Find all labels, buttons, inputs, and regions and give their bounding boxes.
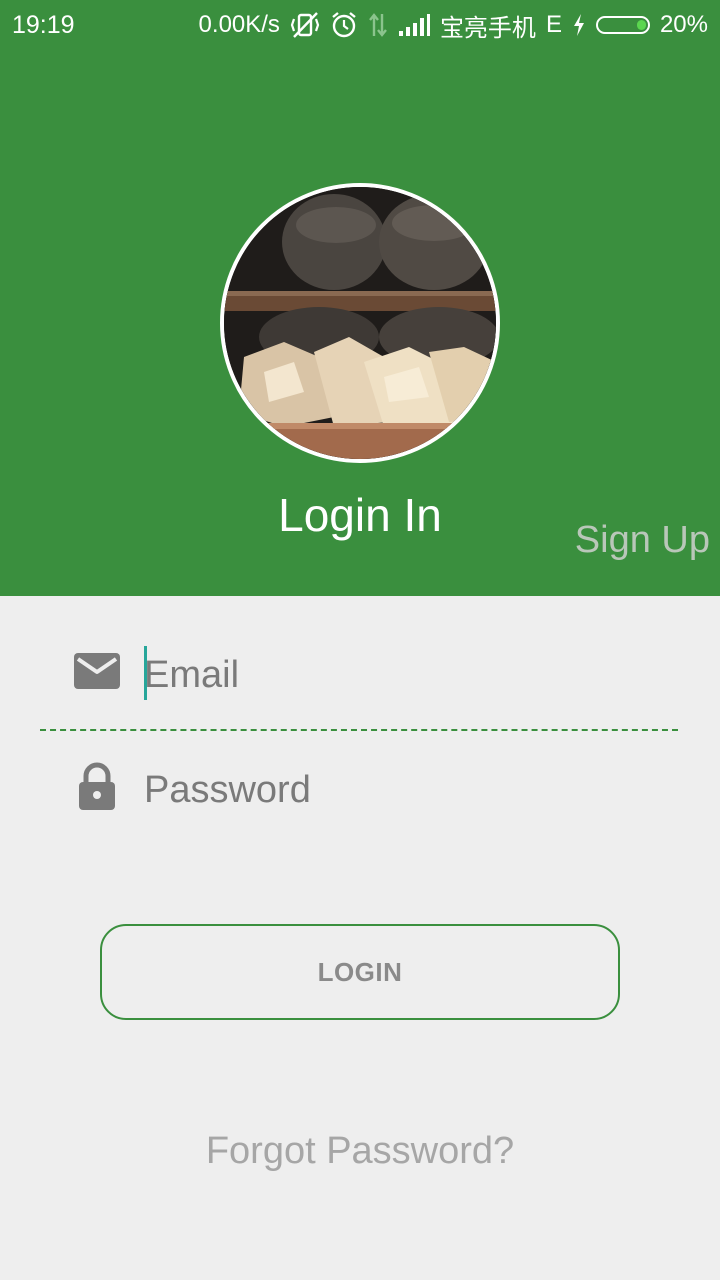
vibrate-off-icon bbox=[290, 11, 320, 39]
cheese-photo bbox=[224, 187, 496, 459]
net-speed: 0.00K/s bbox=[198, 11, 280, 38]
login-button[interactable]: LOGIN bbox=[100, 924, 620, 1020]
battery-level bbox=[636, 20, 646, 30]
data-arrows-icon bbox=[368, 12, 388, 38]
battery-icon bbox=[595, 16, 650, 34]
battery-percent: 20% bbox=[659, 11, 708, 38]
login-screen: 19:19 0.00K/s 宝亮手机 E 20% Login In Sign U… bbox=[0, 0, 720, 1280]
lock-icon bbox=[72, 762, 122, 812]
status-bar: 19:19 0.00K/s 宝亮手机 E 20% bbox=[0, 0, 720, 50]
mail-icon bbox=[72, 651, 122, 701]
email-input[interactable] bbox=[144, 648, 678, 702]
field-divider bbox=[40, 729, 678, 731]
alarm-icon bbox=[330, 11, 358, 39]
charging-bolt-icon bbox=[572, 13, 586, 37]
header-banner: 19:19 0.00K/s 宝亮手机 E 20% Login In Sign U… bbox=[0, 0, 720, 596]
status-indicators: 0.00K/s 宝亮手机 E 20% bbox=[198, 10, 708, 42]
status-time: 19:19 bbox=[12, 11, 75, 39]
signal-icon bbox=[398, 13, 430, 37]
email-field-row bbox=[40, 630, 678, 720]
sign-up-link[interactable]: Sign Up bbox=[575, 519, 710, 562]
password-input[interactable] bbox=[144, 763, 678, 817]
forgot-password-link[interactable]: Forgot Password? bbox=[0, 1130, 720, 1173]
avatar bbox=[220, 183, 500, 463]
carrier-name: 宝亮手机 bbox=[439, 14, 536, 42]
network-type: E bbox=[545, 11, 562, 38]
password-field-row bbox=[40, 745, 678, 835]
